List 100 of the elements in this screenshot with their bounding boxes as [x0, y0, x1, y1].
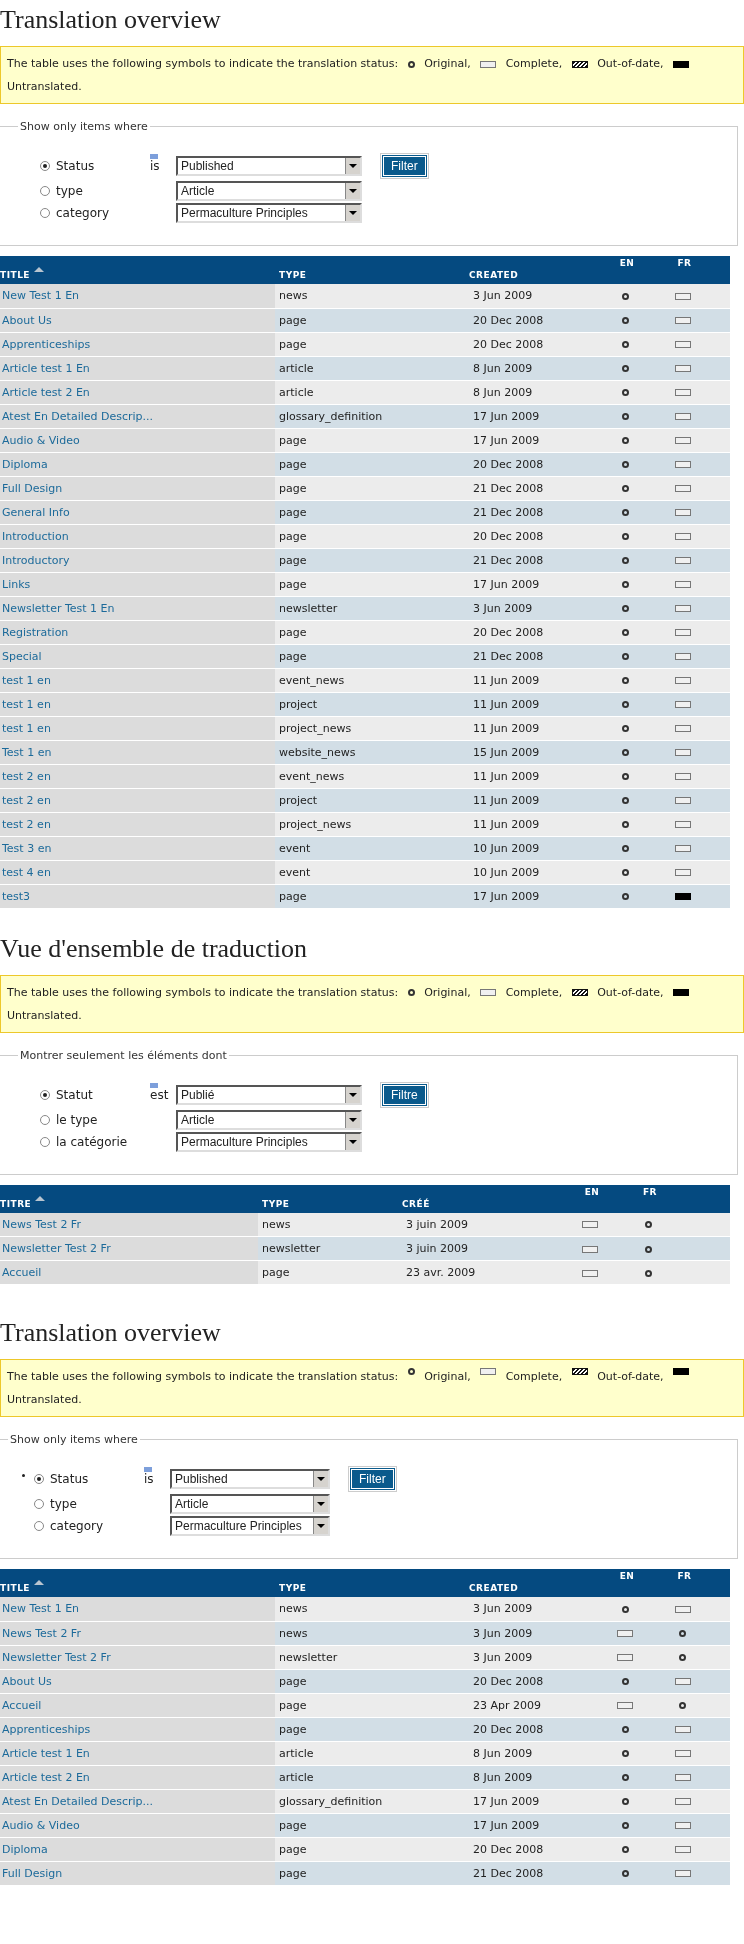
dropdown-field[interactable]: Publié [176, 1084, 362, 1105]
title-link[interactable]: test 4 en [2, 865, 51, 879]
table-cell: 3 Jun 2009 [473, 601, 533, 615]
column-header[interactable]: TYPE [275, 256, 465, 284]
radio-button[interactable] [40, 1136, 50, 1147]
table-cell: 11 Jun 2009 [473, 769, 540, 783]
column-header[interactable]: TITLE [0, 1569, 275, 1597]
radio-button[interactable] [40, 186, 50, 196]
legend-label: Complete, [505, 57, 563, 70]
column-header[interactable]: TITLE [0, 256, 275, 284]
title-link[interactable]: Accueil [2, 1698, 42, 1712]
title-link[interactable]: Test 3 en [2, 841, 52, 855]
title-link[interactable]: News Test 2 Fr [2, 1626, 81, 1640]
title-link[interactable]: Registration [2, 625, 69, 639]
column-header[interactable]: CRÉÉ [398, 1184, 568, 1213]
title-link[interactable]: test 2 en [2, 769, 51, 783]
radio-label[interactable]: Status [56, 159, 95, 173]
radio-label[interactable]: Status [50, 1472, 89, 1486]
legend-label: Original, [424, 985, 471, 999]
title-link[interactable]: About Us [2, 313, 52, 327]
column-header[interactable]: CREATED [465, 256, 595, 284]
title-link[interactable]: Article test 2 En [2, 1770, 90, 1784]
column-header[interactable]: FR [655, 256, 730, 284]
dropdown-field[interactable]: Article [176, 1109, 362, 1130]
legend-label: Out-of-date, [597, 57, 664, 70]
dropdown-field[interactable]: Permaculture Principles [176, 1131, 362, 1152]
radio-label[interactable]: type [50, 1497, 77, 1511]
dropdown-field[interactable]: Permaculture Principles [176, 203, 362, 223]
column-header[interactable]: TYPE [258, 1184, 398, 1213]
title-link[interactable]: test 1 en [2, 673, 51, 687]
filter-button[interactable]: Filter [383, 156, 426, 176]
column-header[interactable]: FR [655, 1569, 730, 1597]
radio-button[interactable] [40, 1114, 50, 1125]
sort-ascending-icon [35, 1195, 46, 1201]
radio-label[interactable]: le type [56, 1112, 98, 1127]
title-link[interactable]: Links [2, 577, 31, 591]
title-link[interactable]: Accueil [2, 1266, 42, 1279]
radio-button[interactable] [40, 1089, 50, 1100]
radio-button[interactable] [34, 1521, 44, 1531]
title-link[interactable]: test 1 en [2, 697, 51, 711]
dropdown-field[interactable]: Permaculture Principles [170, 1516, 330, 1536]
title-link[interactable]: New Test 1 En [2, 289, 80, 303]
title-link[interactable]: Full Design [2, 481, 63, 495]
title-link[interactable]: About Us [2, 1674, 52, 1688]
title-link[interactable]: test 2 en [2, 817, 51, 831]
table-cell: 21 Dec 2008 [473, 481, 544, 495]
title-link[interactable]: Introductory [2, 553, 70, 567]
title-link[interactable]: Apprenticeships [2, 337, 91, 351]
table-cell: page [279, 625, 307, 639]
table-cell: page [279, 1722, 307, 1736]
radio-label[interactable]: Statut [56, 1087, 93, 1102]
column-header[interactable]: EN [595, 256, 655, 284]
title-link[interactable]: test 1 en [2, 721, 51, 735]
title-link[interactable]: Audio & Video [2, 433, 80, 447]
title-link[interactable]: test 2 en [2, 793, 51, 807]
table-cell: 15 Jun 2009 [473, 745, 540, 759]
table-cell: 11 Jun 2009 [473, 793, 540, 807]
title-link[interactable]: test3 [2, 889, 31, 903]
column-header[interactable]: EN [568, 1184, 612, 1213]
radio-button[interactable] [40, 161, 50, 171]
table-cell: 8 Jun 2009 [473, 361, 533, 375]
title-link[interactable]: Special [2, 649, 42, 663]
dropdown-field[interactable]: Article [176, 181, 362, 201]
radio-button[interactable] [40, 208, 50, 218]
column-header[interactable]: TYPE [275, 1569, 465, 1597]
title-link[interactable]: Apprenticeships [2, 1722, 91, 1736]
title-link[interactable]: Diploma [2, 1842, 48, 1856]
square-icon [144, 1467, 152, 1472]
radio-label[interactable]: type [56, 184, 83, 198]
operator-label: est [150, 1087, 169, 1102]
table-cell: page [279, 313, 307, 327]
radio-label[interactable]: la catégorie [56, 1134, 128, 1149]
title-link[interactable]: Introduction [2, 529, 69, 543]
dropdown-field[interactable]: Published [170, 1469, 330, 1489]
column-header[interactable]: CREATED [465, 1569, 595, 1597]
title-link[interactable]: Full Design [2, 1866, 63, 1880]
title-link[interactable]: Article test 1 En [2, 1746, 90, 1760]
radio-label[interactable]: category [50, 1519, 104, 1533]
column-header[interactable]: FR [612, 1184, 730, 1213]
dropdown-field[interactable]: Article [170, 1494, 330, 1514]
title-link[interactable]: Diploma [2, 457, 48, 471]
table-cell: 21 Dec 2008 [473, 553, 544, 567]
radio-button[interactable] [34, 1499, 44, 1509]
legend-intro: The table uses the following symbols to indicate the translation status: [7, 985, 399, 999]
filter-button[interactable]: Filtre [383, 1084, 426, 1105]
title-link[interactable]: Article test 2 En [2, 385, 90, 399]
radio-label[interactable]: category [56, 206, 110, 220]
title-link[interactable]: News Test 2 Fr [2, 1217, 81, 1231]
title-link[interactable]: New Test 1 En [2, 1602, 80, 1616]
column-header[interactable]: TITRE [0, 1184, 258, 1213]
filter-button[interactable]: Filter [351, 1469, 394, 1489]
title-link[interactable]: General Info [2, 505, 70, 519]
radio-button[interactable] [34, 1474, 44, 1484]
table-cell: 8 Jun 2009 [473, 1770, 533, 1784]
dropdown-field[interactable]: Published [176, 156, 362, 176]
filter-title: Montrer seulement les éléments dont [19, 1048, 228, 1062]
column-header[interactable]: EN [595, 1569, 655, 1597]
title-link[interactable]: Audio & Video [2, 1818, 80, 1832]
title-link[interactable]: Test 1 en [2, 745, 52, 759]
title-link[interactable]: Article test 1 En [2, 361, 90, 375]
